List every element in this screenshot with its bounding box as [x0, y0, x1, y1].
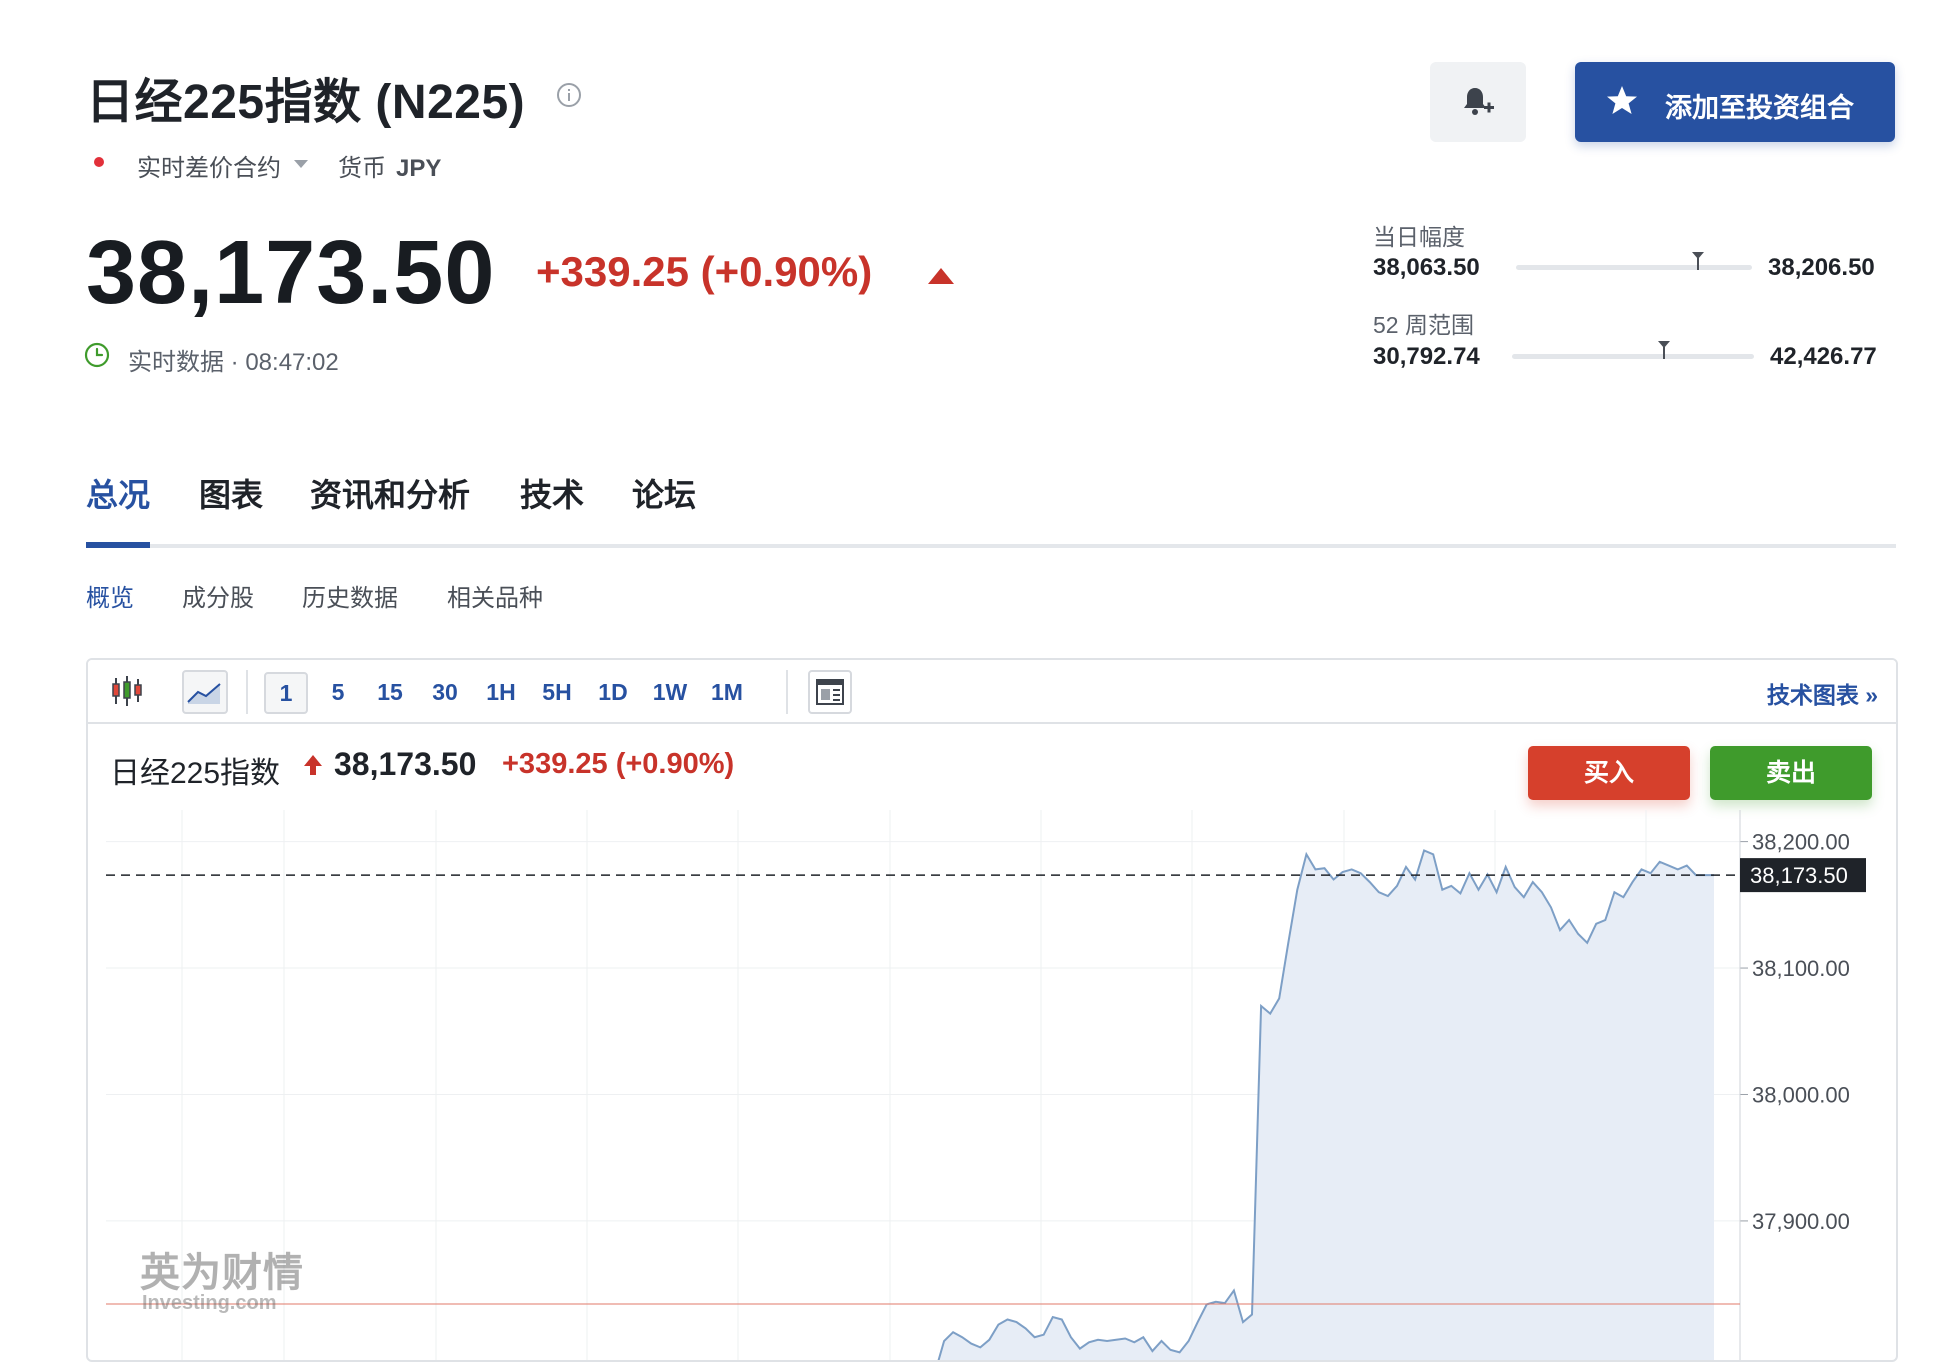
day-range-low: 38,063.50 [1373, 254, 1480, 281]
interval-1[interactable]: 1 [264, 672, 308, 714]
tab-forum[interactable]: 论坛 [632, 470, 696, 516]
tabs-divider [86, 544, 1896, 548]
interval-1m[interactable]: 1M [705, 672, 749, 712]
interval-30[interactable]: 30 [425, 672, 465, 712]
interval-1d[interactable]: 1D [593, 672, 633, 712]
interval-1w[interactable]: 1W [648, 672, 692, 712]
tab-news-analysis[interactable]: 资讯和分析 [310, 470, 470, 516]
layout-icon [816, 679, 844, 705]
chart-price: 38,173.50 [334, 746, 477, 782]
interval-15[interactable]: 15 [370, 672, 410, 712]
bell-plus-icon [1464, 88, 1494, 115]
subtab-historical-data[interactable]: 历史数据 [302, 578, 398, 613]
subtab-components[interactable]: 成分股 [182, 578, 254, 613]
subtab-summary[interactable]: 概览 [86, 578, 134, 613]
week52-range-low: 30,792.74 [1373, 343, 1480, 370]
page-title: 日经225指数 (N225) [86, 76, 526, 129]
add-to-portfolio-button[interactable]: 添加至投资组合 [1575, 62, 1895, 142]
contract-type-select[interactable]: 实时差价合约 [137, 148, 281, 183]
week52-range-label: 52 周范围 [1373, 312, 1474, 338]
y-tick-label: 38,100.00 [1752, 956, 1850, 981]
star-icon [1607, 86, 1637, 114]
realtime-status: 实时数据 · 08:47:02 [128, 349, 339, 376]
market-status-dot [94, 157, 104, 167]
last-price: 38,173.50 [86, 223, 496, 323]
week52-range-tick [1663, 347, 1666, 359]
technical-chart-link[interactable]: 技术图表 » [1767, 676, 1878, 710]
toolbar-separator [246, 670, 248, 714]
day-range-label: 当日幅度 [1373, 224, 1465, 250]
currency-label: 货币 [338, 155, 386, 182]
area-chart-button[interactable] [182, 670, 228, 714]
info-icon[interactable] [556, 82, 582, 108]
chart-price-change: +339.25 (+0.90%) [502, 748, 735, 780]
layout-button[interactable] [808, 670, 852, 714]
watermark-cn: 英为财情 [140, 1250, 304, 1296]
investing-watermark: 英为财情 Investing.com [140, 1240, 304, 1315]
week52-range-bar [1512, 354, 1754, 359]
price-change: +339.25 (+0.90%) [536, 248, 873, 295]
day-range-bar [1516, 265, 1752, 270]
interval-1h[interactable]: 1H [481, 672, 521, 712]
chart-instrument-name: 日经225指数 [110, 757, 281, 790]
week52-range-high: 42,426.77 [1770, 343, 1877, 370]
toolbar-separator [786, 670, 788, 714]
clock-icon [84, 342, 110, 368]
y-tick-label: 38,200.00 [1752, 830, 1850, 855]
add-to-portfolio-label: 添加至投资组合 [1665, 93, 1854, 123]
day-range-high: 38,206.50 [1768, 254, 1875, 281]
buy-button[interactable]: 买入 [1528, 746, 1690, 800]
area-chart-icon [187, 683, 221, 704]
sell-button[interactable]: 卖出 [1710, 746, 1872, 800]
chart-widget: 1 5 15 30 1H 5H 1D 1W 1M 技术图表 » 日经225指数 … [86, 658, 1898, 1362]
interval-5[interactable]: 5 [324, 672, 352, 712]
currency-value: JPY [396, 155, 442, 182]
price-area-fill [935, 850, 1714, 1360]
chevron-down-icon[interactable] [294, 160, 308, 168]
y-tick-label: 37,900.00 [1752, 1209, 1850, 1234]
active-tab-indicator [86, 542, 150, 548]
y-tick-label: 38,000.00 [1752, 1082, 1850, 1107]
subtab-related[interactable]: 相关品种 [447, 578, 543, 613]
day-range-tick [1696, 258, 1699, 270]
interval-5h[interactable]: 5H [536, 672, 578, 712]
currency-info: 货币 JPY [338, 148, 441, 183]
candlestick-icon[interactable] [110, 674, 144, 708]
tab-technical[interactable]: 技术 [520, 470, 584, 516]
chart-toolbar: 1 5 15 30 1H 5H 1D 1W 1M 技术图表 » [88, 660, 1896, 724]
tab-chart[interactable]: 图表 [199, 470, 263, 516]
alert-button[interactable] [1430, 62, 1526, 142]
up-arrow-icon [928, 268, 954, 284]
up-arrow-icon [304, 755, 322, 775]
tab-overview[interactable]: 总况 [86, 470, 150, 516]
current-price-label: 38,173.50 [1750, 863, 1848, 888]
price-chart[interactable]: 38,200.00 38,100.00 38,000.00 37,900.00 38,1… [88, 810, 1896, 1360]
